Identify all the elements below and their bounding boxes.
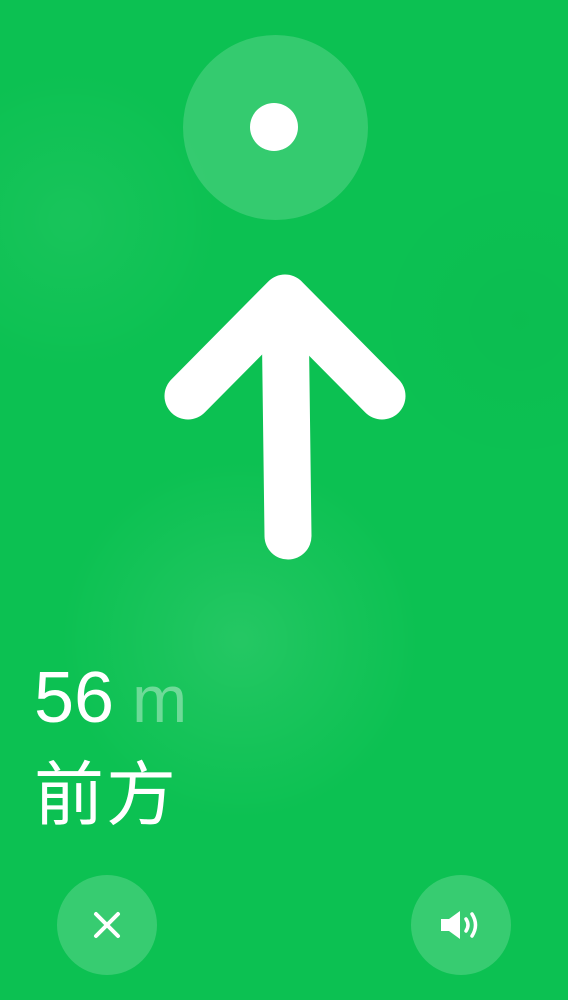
close-button[interactable] (57, 875, 157, 975)
navigation-screen: 56 m 前方 (0, 0, 568, 1000)
distance-unit: m (132, 662, 188, 736)
distance-readout: 56 m (34, 662, 187, 752)
close-icon (94, 912, 120, 938)
location-dot-icon (250, 103, 298, 151)
current-location-marker (183, 35, 368, 220)
distance-value: 56 (34, 658, 115, 738)
sound-button[interactable] (411, 875, 511, 975)
speaker-icon (441, 911, 478, 939)
straight-arrow-icon (164, 274, 406, 560)
direction-instruction: 前方 (34, 754, 178, 836)
